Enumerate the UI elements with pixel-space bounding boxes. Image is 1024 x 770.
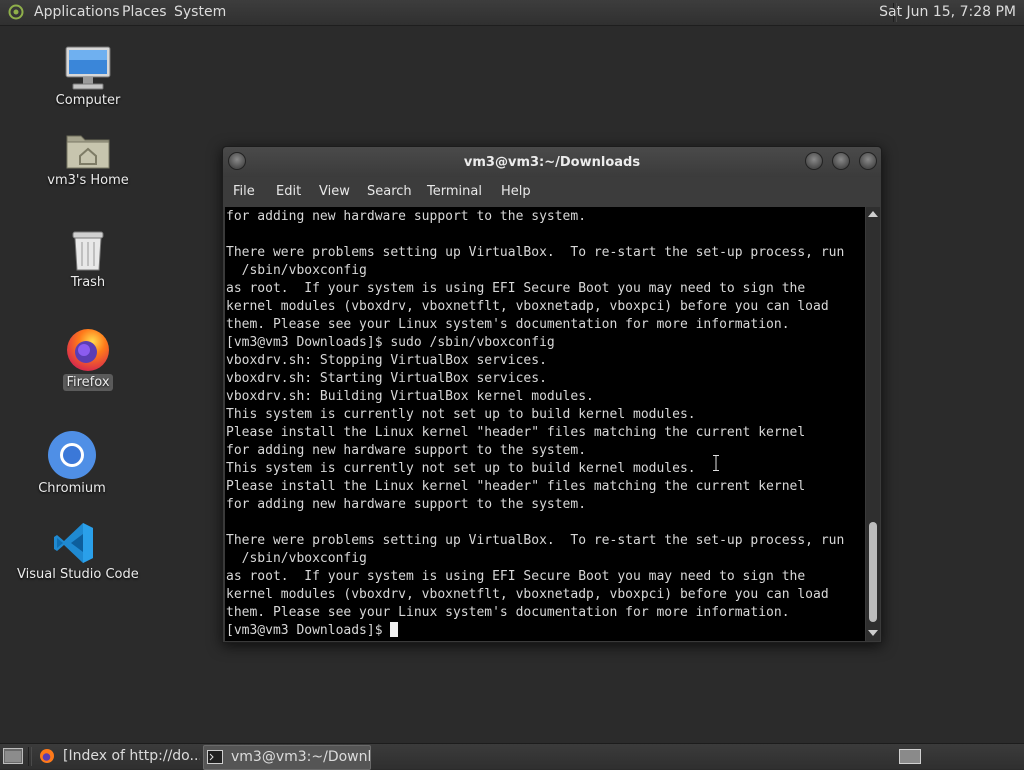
system-menu[interactable]: System bbox=[174, 0, 226, 25]
taskbar-item-label: [Index of http://do... bbox=[63, 748, 200, 764]
desktop-icon-label: Firefox bbox=[63, 374, 113, 391]
terminal-icon bbox=[207, 750, 223, 764]
chromium-icon bbox=[48, 431, 96, 479]
terminal-line: vboxdrv.sh: Building VirtualBox kernel m… bbox=[226, 389, 594, 404]
terminal-line: /sbin/vboxconfig bbox=[226, 551, 367, 566]
desktop-icon-label: Visual Studio Code bbox=[17, 567, 139, 582]
terminal-line: for adding new hardware support to the s… bbox=[226, 497, 587, 512]
menu-terminal[interactable]: Terminal bbox=[427, 177, 482, 207]
desktop-icon-computer[interactable]: Computer bbox=[38, 44, 138, 109]
vscode-icon bbox=[54, 523, 93, 563]
scrollbar-thumb[interactable] bbox=[869, 522, 877, 622]
taskbar-item-firefox[interactable]: [Index of http://do... bbox=[36, 745, 200, 768]
menu-view[interactable]: View bbox=[319, 177, 350, 207]
close-button[interactable] bbox=[859, 152, 877, 170]
text-cursor-icon bbox=[713, 455, 719, 471]
terminal-line: for adding new hardware support to the s… bbox=[226, 443, 587, 458]
workspace-switcher-icon[interactable] bbox=[899, 749, 921, 764]
show-desktop-icon[interactable] bbox=[3, 748, 23, 764]
terminal-line: There were problems setting up VirtualBo… bbox=[226, 245, 845, 260]
applications-menu[interactable]: Applications bbox=[34, 0, 120, 25]
terminal-line: for adding new hardware support to the s… bbox=[226, 209, 587, 224]
firefox-icon bbox=[67, 329, 109, 371]
desktop-icon-label: vm3's Home bbox=[47, 173, 129, 188]
terminal-line: There were problems setting up VirtualBo… bbox=[226, 533, 845, 548]
clock[interactable]: Sat Jun 15, 7:28 PM bbox=[879, 0, 1020, 25]
desktop-icon-firefox[interactable]: Firefox bbox=[38, 324, 138, 391]
scroll-down-arrow-icon[interactable] bbox=[868, 630, 878, 636]
trash-icon bbox=[72, 231, 104, 271]
top-panel: Applications Places System Sat Jun 15, 7… bbox=[0, 0, 1024, 26]
places-menu[interactable]: Places bbox=[122, 0, 167, 25]
desktop-icon-vscode[interactable]: Visual Studio Code bbox=[14, 520, 139, 583]
home-folder-icon bbox=[66, 135, 110, 169]
window-title: vm3@vm3:~/Downloads bbox=[463, 155, 641, 170]
desktop-icon-label: Computer bbox=[55, 93, 121, 108]
terminal-line: as root. If your system is using EFI Sec… bbox=[226, 281, 806, 296]
desktop-icon-label: Trash bbox=[70, 275, 106, 290]
desktop-icon-chromium[interactable]: Chromium bbox=[22, 430, 122, 497]
menu-help[interactable]: Help bbox=[501, 177, 531, 207]
panel-separator bbox=[28, 747, 32, 766]
terminal-line: them. Please see your Linux system's doc… bbox=[226, 317, 790, 332]
terminal-line: them. Please see your Linux system's doc… bbox=[226, 605, 790, 620]
terminal-line: /sbin/vboxconfig bbox=[226, 263, 367, 278]
computer-icon bbox=[65, 46, 111, 90]
firefox-icon bbox=[40, 749, 54, 763]
scroll-up-arrow-icon[interactable] bbox=[868, 211, 878, 217]
terminal-scrollbar[interactable] bbox=[866, 207, 880, 641]
maximize-button[interactable] bbox=[832, 152, 850, 170]
menu-search[interactable]: Search bbox=[367, 177, 412, 207]
terminal-window[interactable]: vm3@vm3:~/Downloads File Edit View Searc… bbox=[222, 146, 882, 643]
terminal-line: Please install the Linux kernel "header"… bbox=[226, 479, 806, 494]
terminal-prompt: [vm3@vm3 Downloads]$ bbox=[226, 623, 391, 638]
terminal-line: vboxdrv.sh: Starting VirtualBox services… bbox=[226, 371, 547, 386]
terminal-menubar: File Edit View Search Terminal Help bbox=[223, 177, 881, 207]
terminal-line: kernel modules (vboxdrv, vboxnetflt, vbo… bbox=[226, 587, 829, 602]
terminal-line: Please install the Linux kernel "header"… bbox=[226, 425, 806, 440]
terminal-text[interactable]: for adding new hardware support to the s… bbox=[225, 207, 865, 640]
desktop-icon-home[interactable]: vm3's Home bbox=[38, 128, 138, 189]
desktop-icon-trash[interactable]: Trash bbox=[38, 228, 138, 291]
taskbar-item-terminal[interactable]: vm3@vm3:~/Downl... bbox=[203, 745, 371, 770]
taskbar-item-label: vm3@vm3:~/Downl... bbox=[231, 749, 371, 765]
bottom-panel: [Index of http://do... vm3@vm3:~/Downl..… bbox=[0, 743, 1024, 770]
terminal-line: kernel modules (vboxdrv, vboxnetflt, vbo… bbox=[226, 299, 829, 314]
desktop-icon-label: Chromium bbox=[38, 481, 106, 496]
menu-edit[interactable]: Edit bbox=[276, 177, 301, 207]
terminal-line: as root. If your system is using EFI Sec… bbox=[226, 569, 806, 584]
terminal-line: [vm3@vm3 Downloads]$ sudo /sbin/vboxconf… bbox=[226, 335, 555, 350]
terminal-line: This system is currently not set up to b… bbox=[226, 407, 696, 422]
terminal-cursor bbox=[390, 622, 399, 637]
minimize-button[interactable] bbox=[805, 152, 823, 170]
window-titlebar[interactable]: vm3@vm3:~/Downloads bbox=[223, 147, 881, 177]
distro-logo-icon[interactable] bbox=[8, 4, 24, 20]
terminal-line: This system is currently not set up to b… bbox=[226, 461, 696, 476]
terminal-output[interactable]: for adding new hardware support to the s… bbox=[225, 207, 865, 641]
menu-file[interactable]: File bbox=[233, 177, 255, 207]
terminal-line: vboxdrv.sh: Stopping VirtualBox services… bbox=[226, 353, 547, 368]
